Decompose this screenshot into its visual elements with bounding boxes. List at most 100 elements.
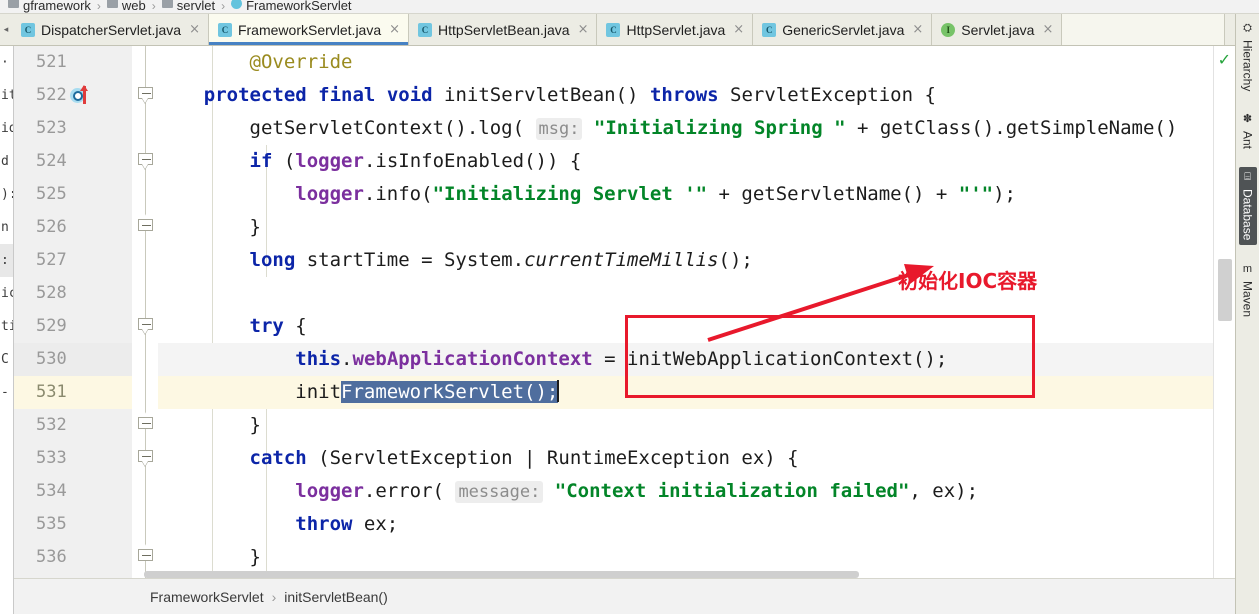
- tool-window-button-ant[interactable]: ✽ Ant: [1239, 109, 1257, 153]
- code-folding-rail[interactable]: [132, 46, 158, 578]
- code-line[interactable]: }: [158, 211, 1235, 244]
- close-icon[interactable]: ×: [733, 22, 744, 37]
- breadcrumb-separator: ›: [151, 0, 156, 13]
- close-icon[interactable]: ×: [1042, 22, 1053, 37]
- horizontal-scrollbar[interactable]: [144, 571, 1213, 578]
- line-number-gutter[interactable]: 521 522 523 524 525 526 527 528 529 530 531 532 533 5…: [14, 46, 132, 578]
- code-token: final: [318, 84, 376, 106]
- fold-collapse-icon[interactable]: [138, 153, 153, 170]
- close-icon[interactable]: ×: [912, 22, 923, 37]
- close-icon[interactable]: ×: [389, 22, 400, 37]
- vertical-scrollbar-thumb[interactable]: [1218, 259, 1232, 321]
- fold-collapse-icon[interactable]: [138, 450, 153, 467]
- tool-window-button-hierarchy[interactable]: ⛭ Hierarchy: [1239, 18, 1257, 95]
- code-line[interactable]: catch (ServletException | RuntimeExcepti…: [158, 442, 1235, 475]
- maven-icon: m: [1242, 262, 1253, 275]
- fold-end-icon[interactable]: [138, 412, 153, 434]
- gutter-row[interactable]: 528: [14, 277, 132, 310]
- editor-tab[interactable]: C HttpServlet.java ×: [597, 14, 754, 45]
- code-line[interactable]: }: [158, 409, 1235, 442]
- code-line[interactable]: @Override: [158, 46, 1235, 79]
- code-line[interactable]: initFrameworkServlet();: [158, 376, 1235, 409]
- code-line[interactable]: protected final void initServletBean() t…: [158, 79, 1235, 112]
- fold-row: [132, 178, 158, 211]
- editor-tab-label: HttpServlet.java: [626, 21, 726, 38]
- fold-row: [132, 442, 158, 475]
- fold-collapse-icon[interactable]: [138, 318, 153, 335]
- gutter-row[interactable]: 524: [14, 145, 132, 178]
- close-icon[interactable]: ×: [578, 22, 589, 37]
- breadcrumb-item-class[interactable]: FrameworkServlet: [150, 589, 264, 605]
- fold-end-icon[interactable]: [138, 214, 153, 236]
- hierarchy-icon: ⛭: [1243, 22, 1252, 34]
- code-line[interactable]: getServletContext().log( msg: "Initializ…: [158, 112, 1235, 145]
- checkmark-icon[interactable]: ✓: [1218, 50, 1231, 69]
- line-number: 532: [36, 415, 67, 435]
- line-number: 524: [36, 151, 67, 171]
- gutter-row[interactable]: 531: [14, 376, 132, 409]
- editor-tab[interactable]: C DispatcherServlet.java ×: [12, 14, 209, 45]
- gutter-row[interactable]: 523: [14, 112, 132, 145]
- breadcrumb-item[interactable]: servlet: [161, 0, 215, 13]
- code-line[interactable]: [158, 277, 1235, 310]
- code-token: getServletContext().log(: [158, 117, 536, 139]
- code-line[interactable]: this.webApplicationContext = initWebAppl…: [158, 343, 1235, 376]
- tool-window-button-database[interactable]: ⌸ Database: [1238, 167, 1257, 245]
- breadcrumb-item[interactable]: web: [106, 0, 146, 13]
- editor-tab[interactable]: C FrameworkServlet.java ×: [208, 14, 410, 45]
- code-token: {: [283, 315, 307, 337]
- code-token: @Override: [249, 51, 353, 73]
- editor-tab[interactable]: C GenericServlet.java ×: [753, 14, 933, 45]
- gutter-row[interactable]: 525: [14, 178, 132, 211]
- bottom-breadcrumb[interactable]: FrameworkServlet › initServletBean(): [14, 578, 1235, 614]
- breadcrumb-item-method[interactable]: initServletBean(): [284, 589, 388, 605]
- fold-row: [132, 376, 158, 409]
- gutter-row[interactable]: 535: [14, 508, 132, 541]
- sliver-text-row: it: [1, 88, 13, 103]
- tab-scroll-left-icon[interactable]: ◂: [0, 14, 12, 45]
- overriding-method-icon[interactable]: [70, 85, 89, 105]
- fold-collapse-icon[interactable]: [138, 87, 153, 104]
- editor-tab-bar: ◂ C DispatcherServlet.java × C FrameworkServ…: [0, 14, 1259, 46]
- code-line[interactable]: if (logger.isInfoEnabled()) {: [158, 145, 1235, 178]
- top-breadcrumb[interactable]: gframework › web › servlet › FrameworkSe…: [0, 0, 1259, 14]
- gutter-row[interactable]: 522: [14, 79, 132, 112]
- fold-row: [132, 211, 158, 244]
- adjacent-editor-sliver: · it id d): n: ic ti C -: [0, 46, 14, 614]
- gutter-row[interactable]: 532: [14, 409, 132, 442]
- editor-tab-label: HttpServletBean.java: [438, 21, 570, 38]
- code-line[interactable]: }: [158, 541, 1235, 574]
- breadcrumb-item[interactable]: gframework: [8, 0, 91, 13]
- code-editor[interactable]: 521 522 523 524 525 526 527 528 529 530 531 532 533 5…: [14, 46, 1235, 578]
- code-line[interactable]: logger.error( message: "Context initiali…: [158, 475, 1235, 508]
- code-token: startTime = System.: [295, 249, 525, 271]
- code-line[interactable]: long startTime = System.currentTimeMilli…: [158, 244, 1235, 277]
- code-line[interactable]: try {: [158, 310, 1235, 343]
- gutter-row[interactable]: 521: [14, 46, 132, 79]
- fold-row: [132, 343, 158, 376]
- close-icon[interactable]: ×: [189, 22, 200, 37]
- tool-window-button-maven[interactable]: m Maven: [1239, 259, 1257, 321]
- editor-tab[interactable]: C HttpServletBean.java ×: [409, 14, 598, 45]
- code-line[interactable]: logger.info("Initializing Servlet '" + g…: [158, 178, 1235, 211]
- gutter-row[interactable]: 534: [14, 475, 132, 508]
- gutter-row[interactable]: 536: [14, 541, 132, 574]
- marker-gutter[interactable]: ✓: [1213, 46, 1235, 578]
- code-line[interactable]: throw ex;: [158, 508, 1235, 541]
- code-token: void: [386, 84, 433, 106]
- gutter-row[interactable]: 529: [14, 310, 132, 343]
- horizontal-scrollbar-thumb[interactable]: [144, 571, 859, 578]
- fold-end-icon[interactable]: [138, 544, 153, 566]
- breadcrumb-item[interactable]: FrameworkServlet: [231, 0, 352, 13]
- gutter-row[interactable]: 526: [14, 211, 132, 244]
- gutter-row[interactable]: 530: [14, 343, 132, 376]
- code-text-area[interactable]: @Override protected final void initServl…: [158, 46, 1235, 578]
- editor-tab[interactable]: I Servlet.java ×: [932, 14, 1063, 45]
- gutter-row[interactable]: 533: [14, 442, 132, 475]
- gutter-row[interactable]: 527: [14, 244, 132, 277]
- breadcrumb-separator: ›: [221, 0, 226, 13]
- class-icon: [231, 0, 243, 9]
